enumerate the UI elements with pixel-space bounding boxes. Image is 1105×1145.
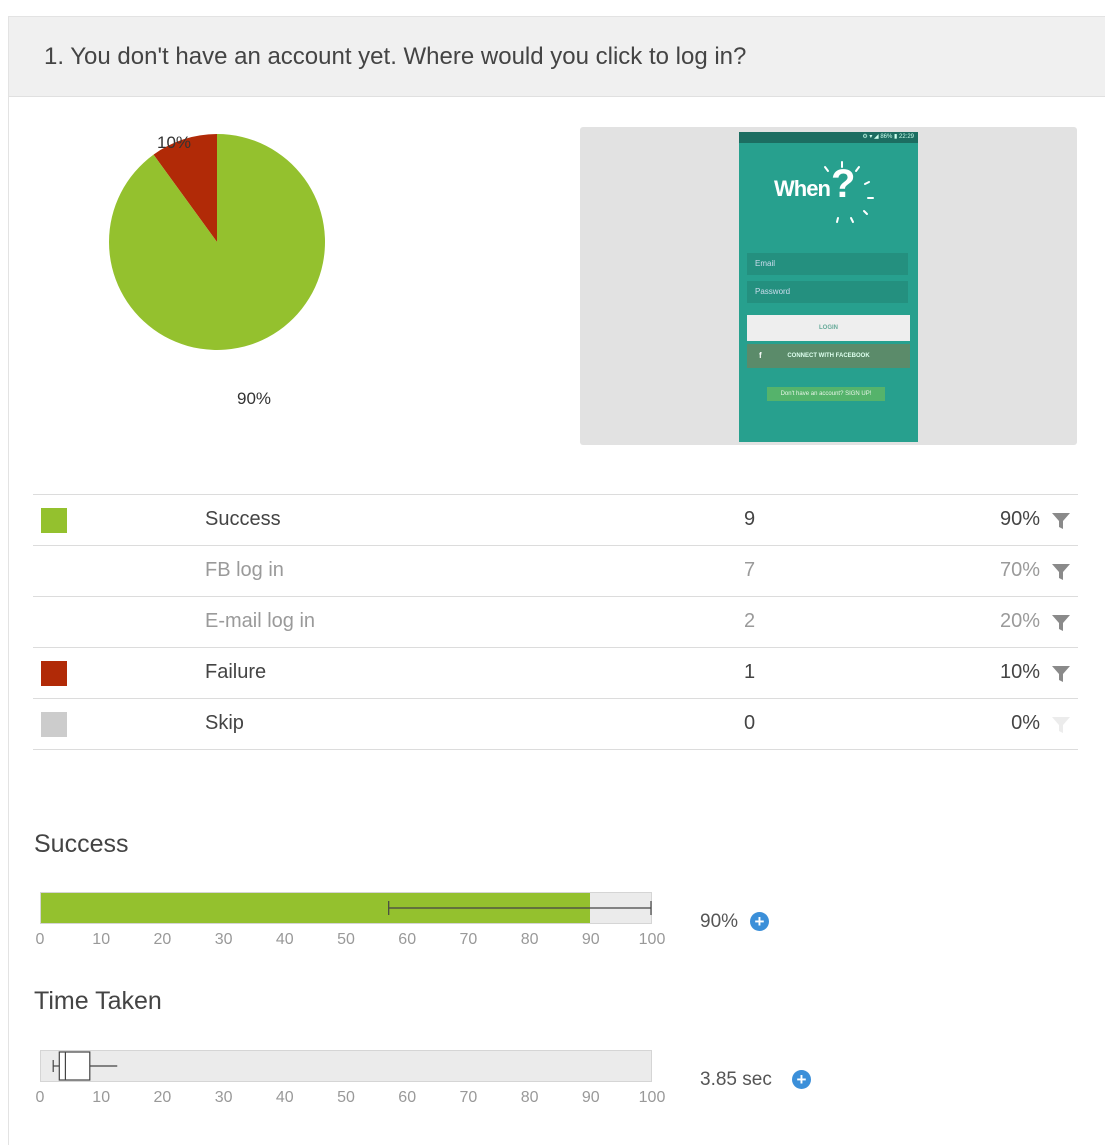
success-confidence-interval	[388, 901, 652, 915]
phone-status-bar: ⚙ ▾ ◢ 86% ▮ 22:29	[739, 132, 918, 143]
table-row: Skip 0 0%	[33, 698, 1078, 750]
results-table: Success 9 90% FB log in 7 70% E-mail log…	[33, 494, 1078, 750]
time-section-title: Time Taken	[34, 987, 162, 1015]
task-screenshot-preview[interactable]: ⚙ ▾ ◢ 86% ▮ 22:29 When? Email Password L…	[580, 127, 1077, 445]
filter-icon[interactable]	[1051, 511, 1071, 531]
pie-label-success: 90%	[237, 389, 272, 408]
row-label: FB log in	[205, 559, 284, 581]
row-count: 1	[744, 661, 756, 683]
row-percent: 0%	[1011, 712, 1040, 734]
success-axis: 0 10 20 30 40 50 60 70 80 90 100	[36, 931, 666, 951]
axis-tick-label: 10	[92, 1089, 111, 1106]
failure-swatch	[41, 661, 67, 686]
axis-tick-label: 90	[581, 931, 600, 948]
success-bar	[40, 892, 652, 924]
axis-tick-label: 90	[581, 1089, 600, 1106]
table-row: Success 9 90%	[33, 494, 1078, 545]
row-count: 7	[744, 559, 756, 581]
row-count: 9	[744, 508, 756, 530]
axis-tick-label: 30	[214, 931, 233, 948]
logo-rays-icon	[824, 161, 874, 223]
phone-signup-link: Don't have an account? SIGN UP!	[767, 387, 885, 401]
filter-icon[interactable]	[1051, 562, 1071, 582]
plus-circle-icon[interactable]: +	[750, 912, 769, 931]
axis-tick-label: 10	[92, 931, 111, 948]
filter-icon	[1052, 717, 1070, 733]
table-row: E-mail log in 2 20%	[33, 596, 1078, 647]
axis-tick-label: 80	[520, 931, 539, 948]
row-percent: 10%	[999, 661, 1040, 683]
axis-tick-label: 0	[35, 1089, 45, 1106]
time-bar	[40, 1050, 652, 1082]
axis-tick-label: 40	[275, 1089, 294, 1106]
phone-email-field: Email	[747, 253, 908, 275]
row-percent: 90%	[999, 508, 1040, 530]
filter-icon[interactable]	[1051, 664, 1071, 684]
table-row: Failure 1 10%	[33, 647, 1078, 698]
row-label: E-mail log in	[205, 610, 316, 632]
question-title: 1. You don't have an account yet. Where …	[44, 43, 747, 70]
question-header: 1. You don't have an account yet. Where …	[9, 17, 1105, 97]
phone-password-field: Password	[747, 281, 908, 303]
row-label: Success	[205, 508, 281, 530]
axis-tick-label: 50	[337, 931, 355, 948]
axis-tick-label: 30	[214, 1089, 233, 1106]
axis-tick-label: 80	[520, 1089, 539, 1106]
axis-tick-label: 20	[153, 1089, 172, 1106]
phone-login-button: LOGIN	[747, 315, 910, 341]
facebook-icon: f	[759, 351, 762, 360]
row-percent: 20%	[999, 610, 1040, 632]
axis-tick-label: 60	[398, 931, 417, 948]
time-axis: 0 10 20 30 40 50 60 70 80 90 100	[36, 1089, 666, 1109]
row-label: Failure	[205, 661, 267, 683]
row-percent: 70%	[999, 559, 1040, 581]
success-section-title: Success	[34, 830, 129, 858]
filter-icon[interactable]	[1051, 613, 1071, 633]
axis-tick-label: 100	[638, 1089, 666, 1106]
row-count: 2	[744, 610, 756, 632]
row-label: Skip	[205, 712, 244, 734]
result-pie-chart	[108, 134, 325, 350]
axis-tick-label: 0	[35, 931, 45, 948]
pie-label-failure: 10%	[157, 133, 192, 152]
axis-tick-label: 70	[459, 1089, 478, 1106]
phone-facebook-button: f CONNECT WITH FACEBOOK	[747, 344, 910, 368]
pie-slice-success	[108, 134, 325, 350]
time-value: 3.85 sec	[700, 1069, 772, 1090]
axis-tick-label: 100	[638, 931, 666, 948]
axis-tick-label: 40	[275, 931, 294, 948]
interquartile-box	[58, 1051, 91, 1081]
time-boxplot	[52, 1051, 118, 1081]
row-count: 0	[744, 712, 756, 734]
skip-swatch	[41, 712, 67, 737]
axis-tick-label: 70	[459, 931, 478, 948]
phone-screen: ⚙ ▾ ◢ 86% ▮ 22:29 When? Email Password L…	[739, 132, 918, 442]
axis-tick-label: 60	[398, 1089, 417, 1106]
axis-tick-label: 50	[337, 1089, 355, 1106]
success-value: 90%	[700, 911, 739, 932]
axis-tick-label: 20	[153, 931, 172, 948]
plus-circle-icon[interactable]: +	[792, 1070, 811, 1089]
table-row: FB log in 7 70%	[33, 545, 1078, 596]
success-swatch	[41, 508, 67, 533]
